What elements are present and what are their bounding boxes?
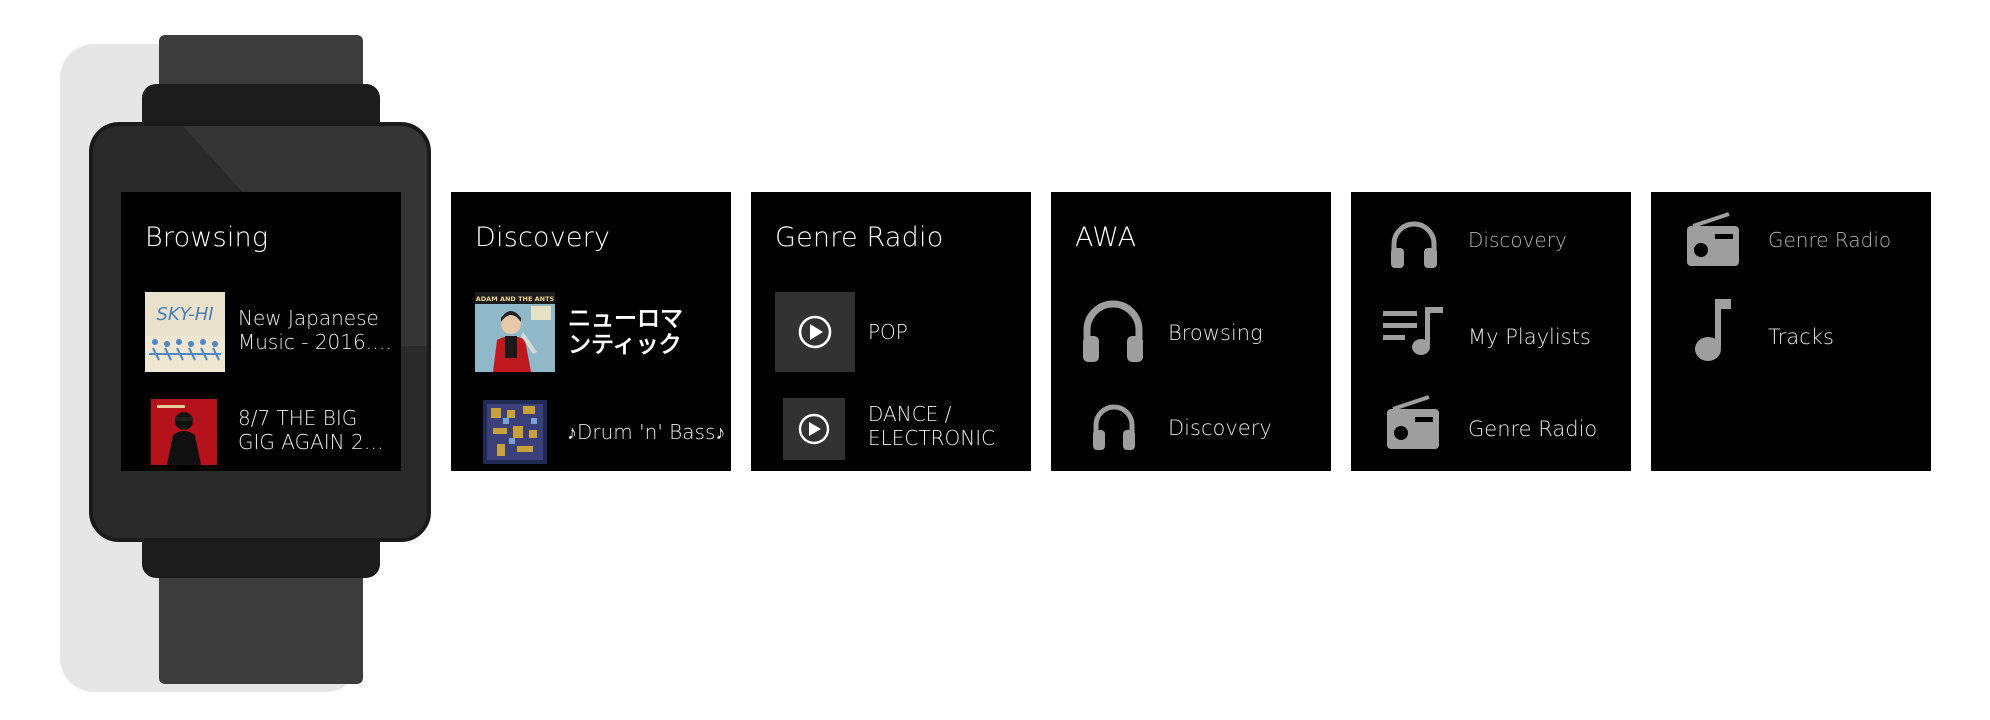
screen-menu-end: Genre Radio Tracks [1651, 192, 1931, 471]
screen-browsing: Browsing SKY-HI New Japanese Music - 201… [121, 192, 401, 471]
list-item-line2: Music - 2016.0… [238, 330, 393, 354]
page-title: Browsing [145, 222, 269, 253]
list-item[interactable]: ♪Drum 'n' Bass♪ [451, 392, 731, 471]
headphones-icon [1083, 300, 1143, 362]
radio-icon [1387, 395, 1439, 449]
list-item-text: ♪Drum 'n' Bass♪ [567, 420, 729, 444]
menu-item-genre-radio[interactable]: Genre Radio [1651, 206, 1931, 286]
page-title: AWA [1075, 222, 1137, 253]
play-tile [775, 292, 855, 372]
list-item-text: DANCE / ELECTRONIC [868, 402, 1023, 450]
menu-item-tracks[interactable]: Tracks [1651, 297, 1931, 377]
screen-awa-menu: AWA Browsing Discovery [1051, 192, 1331, 471]
list-item-text: 8/7 THE BIG GIG AGAIN 201… [238, 406, 393, 454]
play-circle-icon [798, 413, 830, 445]
list-item[interactable]: SKY-HI New Japanese Music - 2016.0… [121, 292, 401, 376]
menu-item-label: Browsing [1168, 321, 1263, 345]
list-item[interactable]: 8/7 THE BIG GIG AGAIN 201… [121, 392, 401, 471]
album-art-text: SKY-HI [156, 304, 213, 325]
list-item-line2: ELECTRONIC [868, 426, 996, 450]
list-item-line1: ♪Drum 'n' Bass♪ [567, 420, 726, 444]
headphones-icon [1391, 221, 1437, 268]
menu-item-label: Tracks [1768, 325, 1834, 349]
screen-discovery: Discovery ADAM AND THE ANTS ニューロマ ンティック [451, 192, 731, 471]
headphones-icon [1093, 404, 1135, 450]
screen-genre-radio: Genre Radio POP DANCE / ELECTRONIC [751, 192, 1031, 471]
screen-menu-mid: Discovery My Playlists Genre Radio [1351, 192, 1631, 471]
radio-icon [1687, 212, 1739, 266]
list-item-line1: New Japanese [238, 306, 379, 330]
menu-item-my-playlists[interactable]: My Playlists [1351, 297, 1631, 377]
list-item-line2: ンティック [568, 332, 682, 358]
menu-item-genre-radio[interactable]: Genre Radio [1351, 389, 1631, 469]
music-note-icon [1695, 299, 1731, 361]
list-item-line2: GIG AGAIN 201… [238, 430, 393, 454]
list-item-text: ニューロマ ンティック [568, 306, 723, 358]
play-circle-icon [798, 315, 832, 349]
list-item-line1: 8/7 THE BIG [238, 406, 358, 430]
album-art [483, 400, 547, 464]
menu-item-label: Discovery [1168, 416, 1272, 440]
album-art: SKY-HI [145, 292, 225, 372]
play-tile [783, 398, 845, 460]
playlist-icon [1383, 307, 1443, 355]
menu-item-discovery[interactable]: Discovery [1351, 210, 1631, 280]
page-title: Discovery [475, 222, 611, 253]
album-art [151, 399, 217, 465]
list-item[interactable]: POP [751, 292, 1031, 376]
menu-item-label: My Playlists [1468, 325, 1591, 349]
menu-item-discovery[interactable]: Discovery [1051, 392, 1331, 471]
list-item-line1: ニューロマ [568, 306, 683, 332]
menu-item-label: Genre Radio [1768, 228, 1892, 252]
album-art: ADAM AND THE ANTS [475, 292, 555, 372]
list-item[interactable]: ADAM AND THE ANTS ニューロマ ンティック [451, 292, 731, 376]
list-item-text: New Japanese Music - 2016.0… [238, 306, 393, 354]
page-title: Genre Radio [775, 222, 944, 253]
menu-item-browsing[interactable]: Browsing [1051, 292, 1331, 376]
list-item-line1: POP [868, 320, 908, 344]
menu-item-label: Genre Radio [1468, 417, 1598, 441]
list-item-text: POP [868, 320, 1023, 344]
wear-screens-showcase: Browsing SKY-HI New Japanese Music - 201… [0, 0, 1990, 720]
menu-item-label: Discovery [1468, 228, 1567, 252]
album-art-text: ADAM AND THE ANTS [476, 295, 555, 303]
list-item-line1: DANCE / [868, 402, 952, 426]
list-item[interactable]: DANCE / ELECTRONIC [751, 392, 1031, 471]
